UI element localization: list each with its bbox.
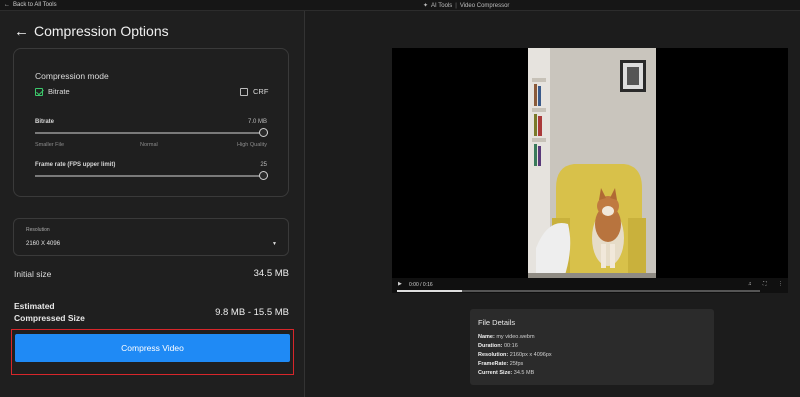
- breadcrumb: ✦ AI Tools | Video Compressor: [423, 2, 510, 10]
- frame-rate-slider-thumb[interactable]: [259, 171, 268, 180]
- file-duration-value: 00:16: [503, 343, 518, 349]
- back-to-all-tools-link[interactable]: ← Back to All Tools: [4, 2, 57, 8]
- file-duration-row: Duration: 00:16: [478, 343, 518, 349]
- frame-rate-value: 25: [260, 162, 267, 168]
- breadcrumb-video-compressor: Video Compressor: [459, 2, 510, 9]
- file-resolution-key: Resolution:: [478, 352, 509, 358]
- video-frame: [528, 48, 656, 278]
- dropdown-caret-icon[interactable]: ▼: [272, 241, 277, 247]
- crf-mode-checkbox[interactable]: CRF: [240, 87, 268, 96]
- file-details-title: File Details: [478, 318, 516, 327]
- checkbox-checked-icon[interactable]: [35, 87, 43, 96]
- estimated-size-label: Estimated Compressed Size: [14, 300, 85, 324]
- crf-mode-label: CRF: [253, 87, 269, 96]
- bitrate-label: Bitrate: [35, 119, 55, 125]
- bitrate-slider[interactable]: [35, 128, 268, 138]
- play-icon[interactable]: ▶: [398, 281, 402, 287]
- bitrate-slider-thumb[interactable]: [259, 128, 268, 137]
- arrow-left-icon: ←: [4, 2, 10, 8]
- video-progress-bar[interactable]: [397, 290, 760, 292]
- bitrate-mode-label: Bitrate: [48, 87, 70, 96]
- estimated-size-label-line2: Compressed Size: [14, 313, 85, 323]
- bitrate-max-label: High Quality: [237, 142, 267, 148]
- file-resolution-row: Resolution: 2160px x 4096px: [478, 352, 552, 358]
- bitrate-mode-checkbox[interactable]: Bitrate: [35, 87, 70, 96]
- frame-rate-slider-track[interactable]: [35, 175, 268, 177]
- bitrate-min-label: Smaller File: [35, 142, 65, 148]
- frame-rate-label: Frame rate (FPS upper limit): [35, 162, 116, 168]
- bitrate-value: 7.0 MB: [247, 119, 267, 125]
- compression-mode-label: Compression mode: [35, 71, 109, 81]
- file-name-value: my video.webm: [496, 334, 535, 340]
- fullscreen-icon[interactable]: ⛶: [763, 281, 767, 287]
- file-size-value: 34.5 MB: [513, 370, 535, 376]
- frame-rate-slider[interactable]: [35, 171, 268, 181]
- video-time: 0:00 / 0:16: [409, 282, 433, 288]
- resolution-select[interactable]: Resolution 2160 X 4096 ▼: [13, 218, 289, 256]
- resolution-value[interactable]: 2160 X 4096: [26, 241, 60, 247]
- compress-video-button[interactable]: Compress Video: [15, 334, 290, 362]
- file-framerate-key: FrameRate:: [478, 361, 509, 367]
- video-thumbnail-image: [528, 48, 656, 278]
- video-controls: ▶ 0:00 / 0:16 ♫ ⛶ ⋮: [392, 278, 788, 293]
- file-details-card: File Details Name: my video.webm Duratio…: [470, 309, 714, 385]
- highlight-frame: Compress Video: [11, 329, 294, 375]
- file-name-row: Name: my video.webm: [478, 334, 535, 340]
- video-player[interactable]: ▶ 0:00 / 0:16 ♫ ⛶ ⋮: [392, 48, 788, 293]
- page-title-row: ← Compression Options: [14, 23, 169, 39]
- volume-icon[interactable]: ♫: [748, 281, 752, 287]
- video-progress-fill: [397, 290, 463, 292]
- file-resolution-value: 2160px x 4096px: [509, 352, 552, 358]
- checkbox-unchecked-icon[interactable]: [240, 87, 248, 96]
- bitrate-slider-track[interactable]: [35, 132, 268, 134]
- preview-panel: ▶ 0:00 / 0:16 ♫ ⛶ ⋮ File Details Name: m…: [305, 11, 800, 397]
- file-size-key: Current Size:: [478, 370, 513, 376]
- more-options-icon[interactable]: ⋮: [778, 281, 783, 287]
- breadcrumb-ai-tools[interactable]: AI Tools: [431, 3, 452, 9]
- estimated-size-label-line1: Estimated: [14, 301, 55, 311]
- initial-size-label: Initial size: [14, 269, 52, 279]
- compression-settings-card: Compression mode Bitrate CRF Bitrate 7.0…: [13, 48, 289, 197]
- file-framerate-row: FrameRate: 25fps: [478, 361, 523, 367]
- file-duration-key: Duration:: [478, 343, 503, 349]
- top-bar: ← Back to All Tools ✦ AI Tools | Video C…: [0, 0, 800, 11]
- page-title: Compression Options: [34, 23, 169, 39]
- back-arrow-icon[interactable]: ←: [14, 24, 29, 39]
- sparkle-icon: ✦: [423, 3, 429, 9]
- estimated-size-value: 9.8 MB - 15.5 MB: [215, 307, 289, 318]
- bitrate-mid-label: Normal: [140, 142, 158, 148]
- file-name-key: Name:: [478, 334, 495, 340]
- breadcrumb-separator: |: [455, 2, 457, 9]
- compression-options-panel: ← Compression Options Compression mode B…: [0, 11, 305, 397]
- file-framerate-value: 25fps: [509, 361, 524, 367]
- initial-size-value: 34.5 MB: [253, 268, 289, 279]
- resolution-label: Resolution: [26, 227, 50, 233]
- back-to-all-tools-label: Back to All Tools: [13, 2, 57, 8]
- file-size-row: Current Size: 34.5 MB: [478, 370, 534, 376]
